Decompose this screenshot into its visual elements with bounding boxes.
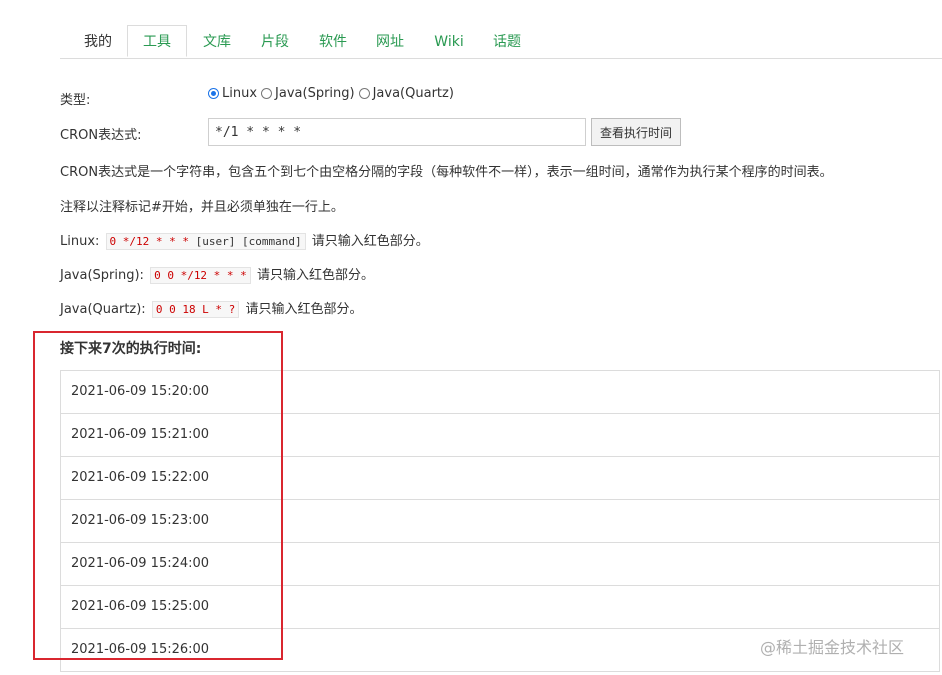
- tab-software[interactable]: 软件: [313, 26, 353, 58]
- table-row: 2021-06-09 15:24:00: [61, 543, 939, 586]
- spring-hint: 请只输入红色部分。: [256, 268, 374, 283]
- quartz-example-code: 0 0 18 L * ?: [151, 301, 240, 318]
- table-row: 2021-06-09 15:22:00: [61, 457, 939, 500]
- quartz-example: Java(Quartz): 0 0 18 L * ? 请只输入红色部分。: [60, 298, 363, 318]
- table-row: 2021-06-09 15:25:00: [61, 586, 939, 629]
- radio-quartz-label: Java(Quartz): [372, 86, 454, 101]
- results-heading: 接下来7次的执行时间:: [60, 341, 202, 357]
- spring-example-label: Java(Spring):: [60, 268, 144, 283]
- view-times-button[interactable]: 查看执行时间: [591, 118, 681, 146]
- type-radio-group: Linux Java(Spring) Java(Quartz): [208, 86, 458, 101]
- tab-topics[interactable]: 话题: [487, 26, 527, 58]
- linux-example-code: 0 */12 * * * [user] [command]: [105, 233, 306, 250]
- linux-code-tail: [user] [command]: [195, 235, 302, 248]
- radio-spring-label: Java(Spring): [275, 86, 355, 101]
- spring-example-code: 0 0 */12 * * *: [150, 267, 251, 284]
- tab-library[interactable]: 文库: [197, 26, 237, 58]
- radio-unchecked-icon[interactable]: [261, 88, 273, 99]
- type-label: 类型:: [60, 93, 91, 108]
- radio-unchecked-icon[interactable]: [358, 88, 370, 99]
- results-table: 2021-06-09 15:20:00 2021-06-09 15:21:00 …: [60, 370, 940, 672]
- tab-websites[interactable]: 网址: [370, 26, 410, 58]
- cron-input[interactable]: [208, 118, 586, 146]
- quartz-hint: 请只输入红色部分。: [245, 302, 363, 317]
- linux-hint: 请只输入红色部分。: [311, 234, 429, 249]
- watermark: @稀土掘金技术社区: [760, 638, 905, 657]
- spring-example: Java(Spring): 0 0 */12 * * * 请只输入红色部分。: [60, 264, 374, 284]
- table-row: 2021-06-09 15:23:00: [61, 500, 939, 543]
- table-row: 2021-06-09 15:21:00: [61, 414, 939, 457]
- comment-text: 注释以注释标记#开始，并且必须单独在一行上。: [60, 200, 344, 215]
- tab-mine[interactable]: 我的: [78, 26, 118, 58]
- tab-wiki[interactable]: Wiki: [429, 26, 469, 58]
- radio-linux[interactable]: Linux: [208, 86, 257, 101]
- linux-example: Linux: 0 */12 * * * [user] [command] 请只输…: [60, 230, 429, 250]
- quartz-example-label: Java(Quartz):: [60, 302, 146, 317]
- radio-quartz[interactable]: Java(Quartz): [358, 86, 454, 101]
- linux-example-label: Linux:: [60, 234, 100, 249]
- tab-snippets[interactable]: 片段: [255, 26, 295, 58]
- tab-tools[interactable]: 工具: [127, 25, 187, 57]
- radio-checked-icon[interactable]: [208, 88, 219, 99]
- description-text: CRON表达式是一个字符串，包含五个到七个由空格分隔的字段（每种软件不一样），表…: [60, 165, 833, 180]
- radio-spring[interactable]: Java(Spring): [261, 86, 355, 101]
- cron-label: CRON表达式:: [60, 128, 142, 143]
- linux-code-red: 0 */12 * * *: [109, 235, 190, 248]
- tab-bar: 我的 工具 文库 片段 软件 网址 Wiki 话题: [60, 25, 942, 59]
- radio-linux-label: Linux: [222, 86, 258, 101]
- table-row: 2021-06-09 15:20:00: [61, 371, 939, 414]
